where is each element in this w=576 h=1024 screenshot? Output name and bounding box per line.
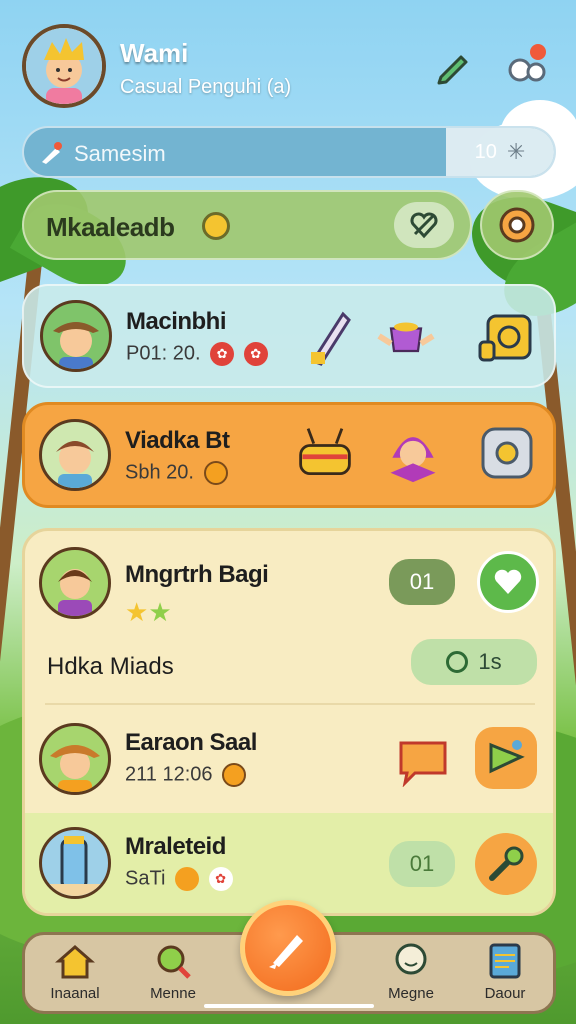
avatar — [39, 419, 111, 491]
row-name: Mngrtrh Bagi — [125, 561, 269, 588]
sparkle-icon: ✳ — [506, 139, 526, 164]
nav-label: Megne — [388, 985, 434, 1002]
card-meta: Sbh 20. — [125, 461, 228, 485]
pencil-icon[interactable] — [428, 42, 478, 92]
search-bar[interactable]: 10 ✳ — [22, 126, 556, 178]
flower-icon: ✿ — [208, 867, 233, 891]
red-badge-icon: ✿ — [243, 342, 268, 366]
nav-item-messages[interactable]: Megne — [361, 941, 461, 1011]
nav-label: Menne — [150, 985, 196, 1002]
create-fab-button[interactable] — [240, 900, 336, 996]
paint-button[interactable] — [475, 833, 537, 895]
banner-strip[interactable]: Mkaaleadb — [22, 190, 472, 260]
pot-icon[interactable] — [376, 306, 436, 366]
book-icon — [489, 943, 521, 979]
section-pill[interactable]: 1s — [411, 639, 537, 685]
nav-item-home[interactable]: Inaanal — [25, 941, 125, 1011]
nav-label: Inaanal — [50, 985, 100, 1002]
avatar — [39, 723, 111, 795]
list-card[interactable]: Viadka Bt Sbh 20. — [22, 402, 556, 508]
magnifier-icon — [157, 945, 191, 979]
card-name: Viadka Bt — [125, 427, 230, 454]
map-button[interactable] — [475, 727, 537, 789]
profile-header: Wami Casual Penguhi (a) — [22, 24, 556, 114]
banner-title: Mkaaleadb — [46, 212, 175, 242]
row-name: Earaon Saal — [125, 729, 257, 756]
friends-panel: Mngrtrh Bagi ★★ 01 Hdka Miads 1s Earaon … — [22, 528, 556, 916]
house-icon — [55, 945, 95, 979]
search-counter-value: 10 — [474, 140, 497, 163]
section-title: Hdka Miads — [47, 653, 174, 680]
gadget-icon[interactable] — [476, 306, 536, 366]
search-counter[interactable]: 10 ✳ — [446, 128, 554, 176]
gear-cluster-icon[interactable] — [502, 40, 552, 90]
list-card[interactable]: Macinbhi P01: 20. ✿ ✿ — [22, 284, 556, 388]
avatar — [40, 300, 112, 372]
nav-item-diary[interactable]: Daour — [455, 941, 555, 1011]
avatar — [39, 547, 111, 619]
gear-frame-icon[interactable] — [477, 423, 537, 483]
count-pill[interactable]: 01 — [389, 841, 455, 887]
row-meta: SaTi ✿ — [125, 867, 233, 891]
user-subtitle: Casual Penguhi (a) — [120, 76, 292, 98]
card-name: Macinbhi — [126, 308, 227, 335]
coin-icon — [203, 461, 228, 485]
red-badge-icon: ✿ — [210, 342, 235, 366]
brush-small-icon — [42, 142, 62, 164]
star-icon: ★★ — [125, 597, 172, 627]
hooded-doll-icon[interactable] — [383, 423, 443, 483]
gear-button[interactable] — [480, 190, 554, 260]
row-name: Mraleteid — [125, 833, 226, 860]
count-pill[interactable]: 01 — [389, 559, 455, 605]
knife-icon[interactable] — [298, 306, 358, 366]
nav-item-search[interactable]: Menne — [123, 941, 223, 1011]
row-meta: 211 12:06 — [125, 763, 247, 787]
user-avatar[interactable] — [22, 24, 106, 108]
drum-icon[interactable] — [295, 423, 355, 483]
avatar — [39, 827, 111, 899]
card-meta: P01: 20. ✿ ✿ — [126, 342, 268, 366]
heart-button[interactable] — [477, 551, 539, 613]
cookie-icon — [222, 763, 247, 787]
search-input[interactable] — [74, 138, 414, 170]
nav-label: Daour — [484, 985, 526, 1002]
divider — [45, 703, 535, 705]
gear-icon — [499, 207, 535, 243]
home-indicator[interactable] — [204, 1004, 374, 1008]
user-name: Wami — [120, 38, 189, 68]
leaf-icon — [446, 651, 469, 673]
orange-badge-icon — [174, 867, 199, 891]
coin-icon — [202, 212, 230, 240]
heart-outline-icon[interactable] — [394, 202, 454, 248]
brush-icon — [269, 935, 303, 969]
chat-bubble-icon[interactable] — [397, 739, 449, 788]
chat-face-icon — [395, 943, 427, 975]
